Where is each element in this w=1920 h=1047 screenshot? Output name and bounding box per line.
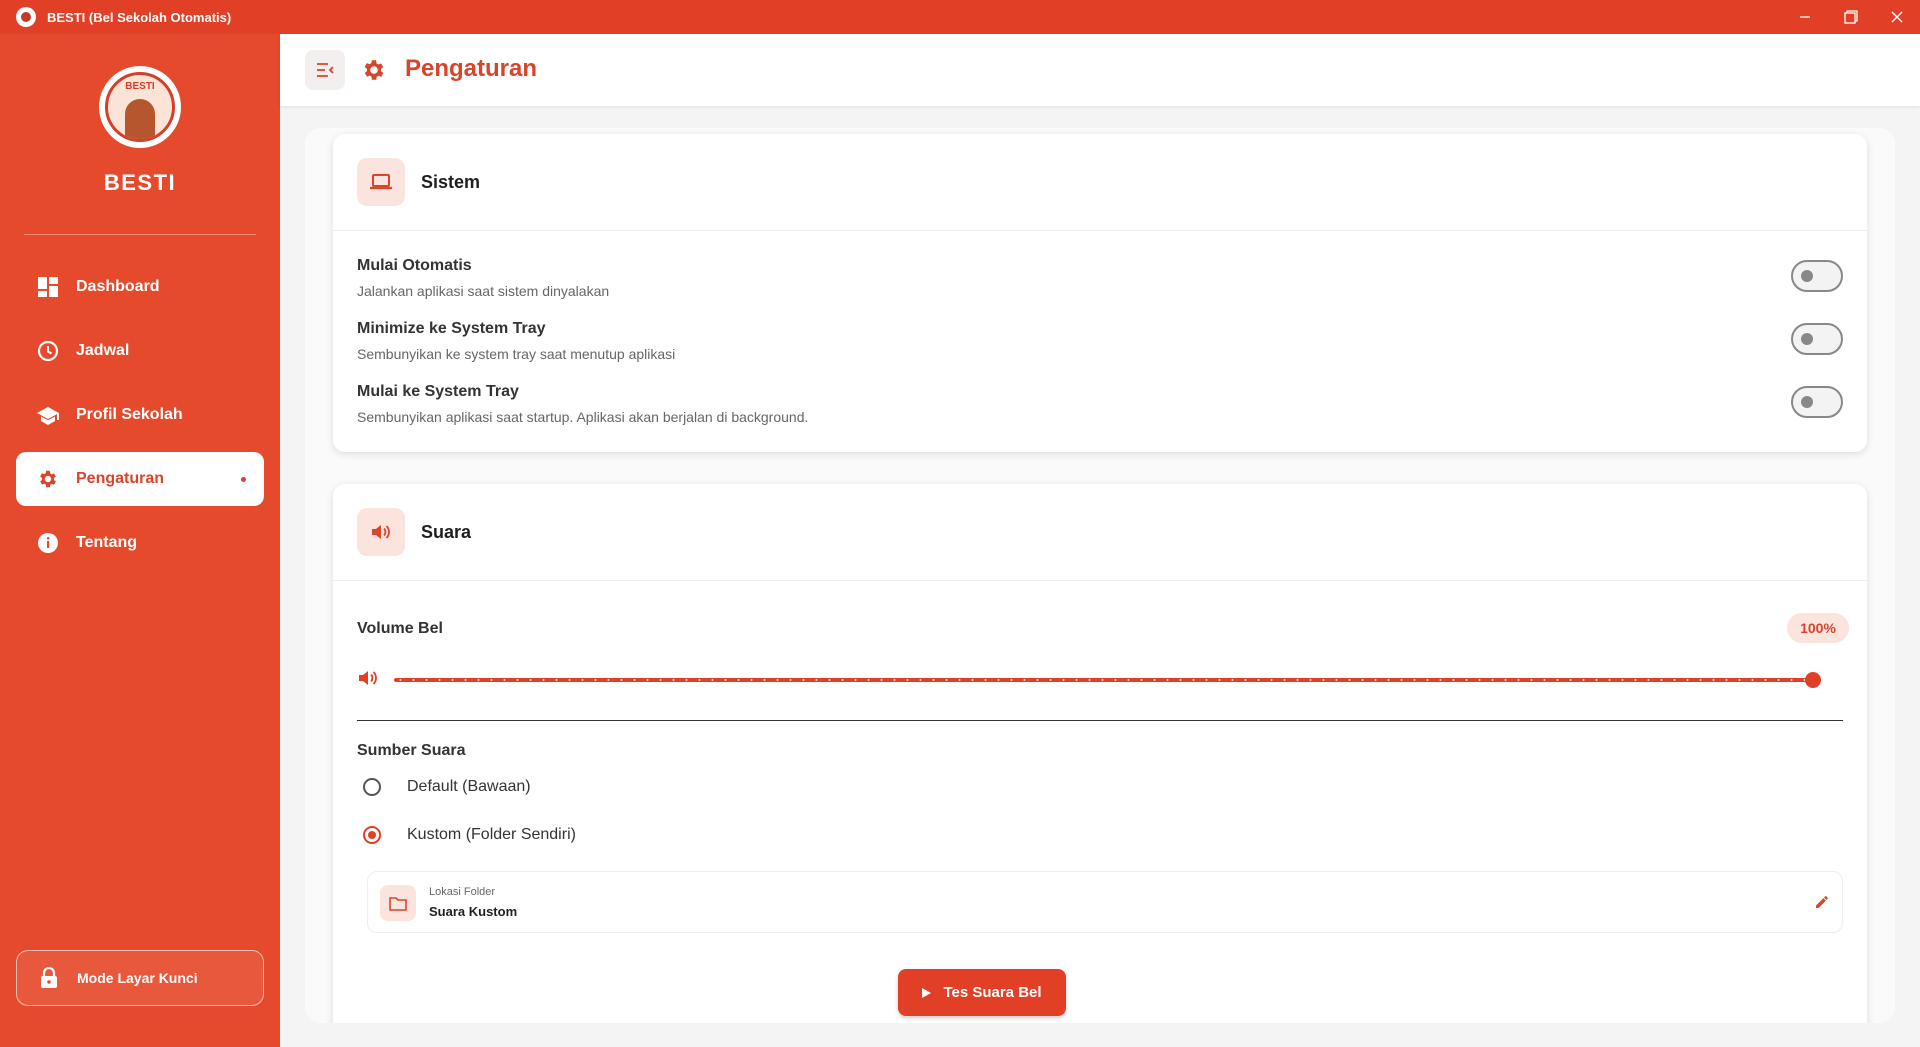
window-title: BESTI (Bel Sekolah Otomatis) <box>47 9 232 25</box>
lock-screen-mode-button[interactable]: Mode Layar Kunci <box>16 950 264 1006</box>
info-icon <box>36 531 60 555</box>
mulai-otomatis-toggle[interactable] <box>1791 260 1843 292</box>
menu-collapse-icon <box>317 63 334 77</box>
close-icon <box>1891 11 1903 23</box>
volume-value-badge: 100% <box>1787 613 1849 643</box>
school-logo: BESTI <box>99 66 181 148</box>
settings-content[interactable]: Sistem Mulai Otomatis Jalankan aplikasi … <box>305 128 1895 1023</box>
sistem-card: Sistem Mulai Otomatis Jalankan aplikasi … <box>333 134 1867 452</box>
edit-icon[interactable] <box>1814 894 1830 910</box>
radio-default[interactable] <box>363 778 381 796</box>
folder-caption: Lokasi Folder <box>429 886 496 898</box>
sistem-card-title: Sistem <box>421 171 481 192</box>
section-divider <box>357 720 1843 721</box>
radio-label: Default (Bawaan) <box>407 778 531 795</box>
source-option-kustom[interactable]: Kustom (Folder Sendiri) <box>363 823 576 847</box>
suara-card-title: Suara <box>421 521 472 542</box>
test-bell-sound-button[interactable]: Tes Suara Bel <box>898 969 1066 1016</box>
gear-icon <box>360 56 388 84</box>
folder-icon <box>380 885 416 921</box>
clock-icon <box>36 339 60 363</box>
lock-screen-mode-label: Mode Layar Kunci <box>77 970 198 986</box>
volume-slider-thumb[interactable] <box>1805 672 1821 688</box>
close-button[interactable] <box>1874 0 1920 34</box>
gear-icon <box>36 467 60 491</box>
play-icon <box>922 987 932 998</box>
restore-icon <box>1844 10 1858 24</box>
setting-title: Mulai Otomatis <box>357 257 472 274</box>
active-indicator-dot <box>241 477 246 482</box>
sidebar-item-dashboard[interactable]: Dashboard <box>16 260 264 314</box>
page-header: Pengaturan <box>280 34 1920 106</box>
sound-source-label: Sumber Suara <box>357 742 466 759</box>
school-icon <box>36 403 60 427</box>
radio-label: Kustom (Folder Sendiri) <box>407 826 576 843</box>
sidebar: BESTI BESTI Dashboard Jadwal Profil Seko… <box>0 34 280 1047</box>
suara-card: Suara Volume Bel 100% Sumber Suara Defau… <box>333 484 1867 1023</box>
app-logo-icon <box>16 7 36 27</box>
volume-icon <box>357 668 379 690</box>
folder-name: Suara Kustom <box>429 904 518 919</box>
mulai-tray-toggle[interactable] <box>1791 386 1843 418</box>
source-option-default[interactable]: Default (Bawaan) <box>363 775 531 799</box>
dashboard-icon <box>36 275 60 299</box>
logo-emblem: BESTI <box>105 72 175 142</box>
volume-slider-ticks <box>394 679 1813 681</box>
lock-icon <box>37 966 61 990</box>
setting-title: Mulai ke System Tray <box>357 383 519 400</box>
sidebar-item-label: Profil Sekolah <box>76 406 183 423</box>
minimize-button[interactable] <box>1782 0 1828 34</box>
sidebar-item-pengaturan[interactable]: Pengaturan <box>16 452 264 506</box>
window-titlebar: BESTI (Bel Sekolah Otomatis) <box>0 0 1920 34</box>
sidebar-item-label: Jadwal <box>76 342 130 359</box>
speaker-icon <box>357 508 405 556</box>
setting-title: Minimize ke System Tray <box>357 320 546 337</box>
setting-description: Sembunyikan aplikasi saat startup. Aplik… <box>357 409 809 425</box>
setting-mulai-otomatis: Mulai Otomatis Jalankan aplikasi saat si… <box>357 257 1843 307</box>
maximize-button[interactable] <box>1828 0 1874 34</box>
setting-mulai-tray: Mulai ke System Tray Sembunyikan aplikas… <box>357 383 1843 433</box>
sidebar-item-label: Pengaturan <box>76 470 165 487</box>
sidebar-item-label: Dashboard <box>76 278 160 295</box>
setting-minimize-tray: Minimize ke System Tray Sembunyikan ke s… <box>357 320 1843 370</box>
minimize-icon <box>1800 16 1810 18</box>
laptop-icon <box>357 158 405 206</box>
test-bell-sound-label: Tes Suara Bel <box>943 984 1042 1001</box>
suara-card-header: Suara <box>333 484 1867 581</box>
volume-label: Volume Bel <box>357 620 443 637</box>
brand-name: BESTI <box>103 170 177 195</box>
sidebar-divider <box>24 234 256 235</box>
setting-description: Sembunyikan ke system tray saat menutup … <box>357 346 676 362</box>
window-controls <box>1782 0 1920 34</box>
minimize-tray-toggle[interactable] <box>1791 323 1843 355</box>
folder-location-field[interactable]: Lokasi Folder Suara Kustom <box>367 871 1843 933</box>
setting-description: Jalankan aplikasi saat sistem dinyalakan <box>357 283 610 299</box>
sistem-card-header: Sistem <box>333 134 1867 231</box>
sidebar-item-tentang[interactable]: Tentang <box>16 516 264 570</box>
collapse-sidebar-button[interactable] <box>305 50 345 90</box>
page-title: Pengaturan <box>405 55 538 82</box>
radio-kustom[interactable] <box>363 826 381 844</box>
sidebar-item-jadwal[interactable]: Jadwal <box>16 324 264 378</box>
sidebar-item-profil-sekolah[interactable]: Profil Sekolah <box>16 388 264 442</box>
sidebar-item-label: Tentang <box>76 534 138 551</box>
logo-text: BESTI <box>125 81 155 92</box>
logo-figure <box>125 99 155 139</box>
